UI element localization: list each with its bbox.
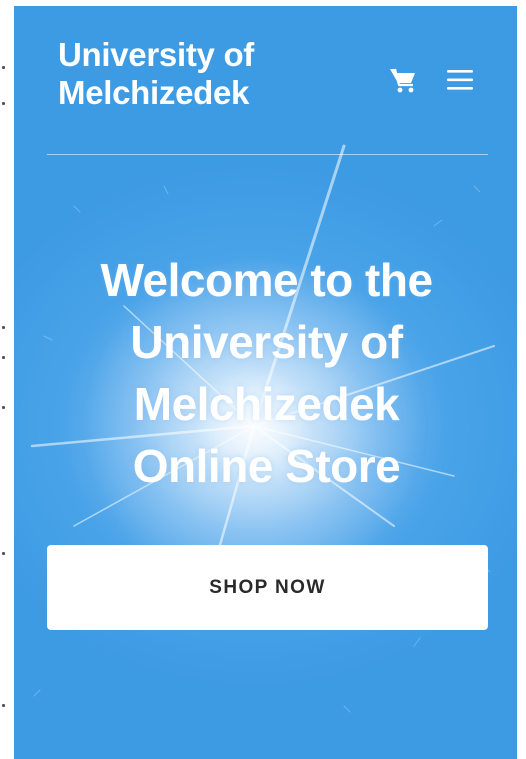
cart-button[interactable]: [387, 64, 419, 96]
stray-mark: [2, 704, 5, 707]
stray-mark: [2, 406, 5, 409]
cart-icon: [390, 68, 415, 93]
logo-line-1: University of: [58, 36, 254, 73]
mobile-viewport: University of Melchizedek Welcome to the…: [14, 6, 517, 759]
hamburger-menu-icon: [447, 70, 473, 90]
stray-mark: [2, 66, 5, 69]
logo-line-2: Melchizedek: [58, 74, 250, 111]
stray-mark: [2, 356, 5, 359]
hero-title: Welcome to the University of Melchizedek…: [100, 254, 433, 492]
shop-now-button[interactable]: SHOP NOW: [47, 545, 488, 630]
page-margin: [0, 0, 14, 759]
stray-mark: [2, 326, 5, 329]
menu-button[interactable]: [444, 64, 476, 96]
site-logo[interactable]: University of Melchizedek: [58, 36, 298, 112]
header-divider: [47, 154, 488, 155]
site-header: University of Melchizedek: [14, 6, 517, 156]
stray-mark: [2, 102, 5, 105]
stray-mark: [2, 552, 5, 555]
